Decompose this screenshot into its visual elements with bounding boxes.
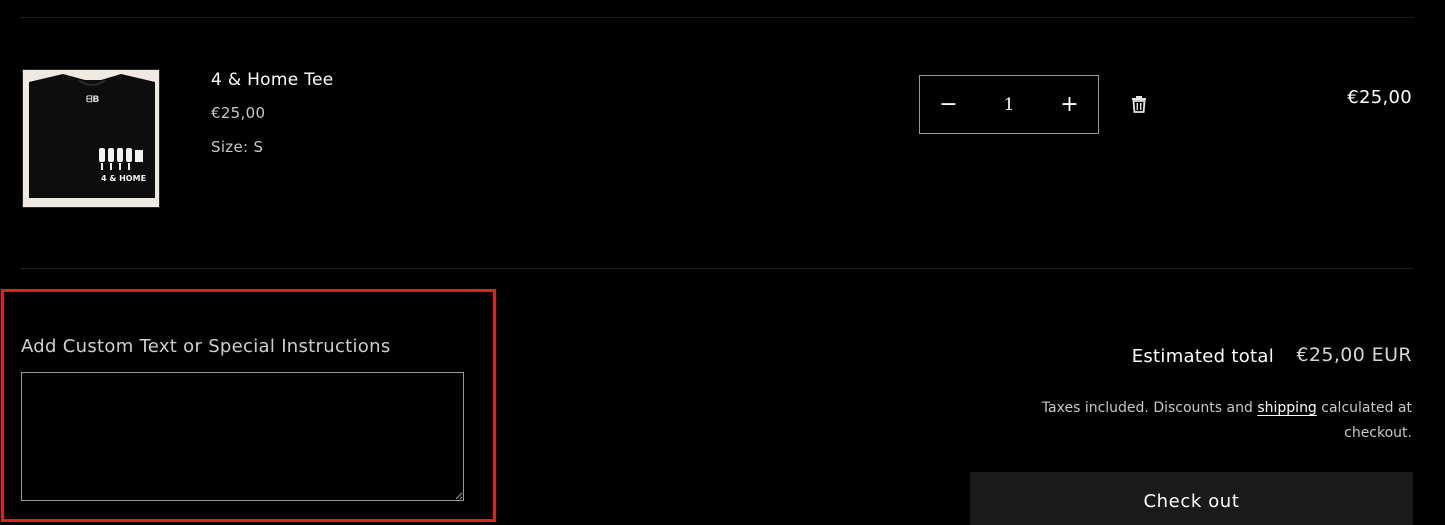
cart-note-textarea[interactable] [21, 372, 464, 501]
product-name[interactable]: 4 & Home Tee [211, 70, 334, 90]
divider-middle [20, 268, 1414, 269]
product-size: Size: S [211, 138, 263, 156]
increase-quantity-button[interactable]: + [1041, 76, 1098, 133]
quantity-input[interactable] [977, 75, 1041, 134]
line-item-total: €25,00 [1347, 87, 1412, 108]
size-value: S [253, 138, 264, 156]
divider-top [20, 17, 1414, 18]
cart-note-label: Add Custom Text or Special Instructions [21, 336, 391, 357]
remove-item-button[interactable] [1129, 94, 1149, 114]
shipping-link[interactable]: shipping [1257, 400, 1316, 416]
decrease-quantity-button[interactable]: − [920, 76, 977, 133]
quantity-stepper: − + [919, 75, 1099, 134]
tee-logo-text: 4 & HOME [101, 174, 146, 183]
cart-page: ᗺB 4 & HOME 4 & Home Tee €25,00 Size: S … [0, 0, 1445, 525]
estimated-total-value: €25,00 EUR [1296, 344, 1412, 366]
checkout-button[interactable]: Check out [970, 472, 1413, 525]
product-image[interactable]: ᗺB 4 & HOME [22, 69, 160, 208]
estimated-total-label: Estimated total [1131, 346, 1274, 367]
tax-note: Taxes included. Discounts and shipping c… [992, 396, 1412, 446]
tshirt-image: ᗺB 4 & HOME [23, 70, 159, 207]
checkout-label: Check out [1143, 491, 1240, 512]
svg-text:ᗺB: ᗺB [86, 94, 99, 105]
trash-icon [1132, 96, 1146, 113]
size-label: Size: [211, 138, 249, 156]
tax-note-text-before: Taxes included. Discounts and [1041, 400, 1253, 416]
product-price: €25,00 [211, 104, 266, 122]
tax-note-text-after: calculated at checkout. [1321, 400, 1412, 441]
